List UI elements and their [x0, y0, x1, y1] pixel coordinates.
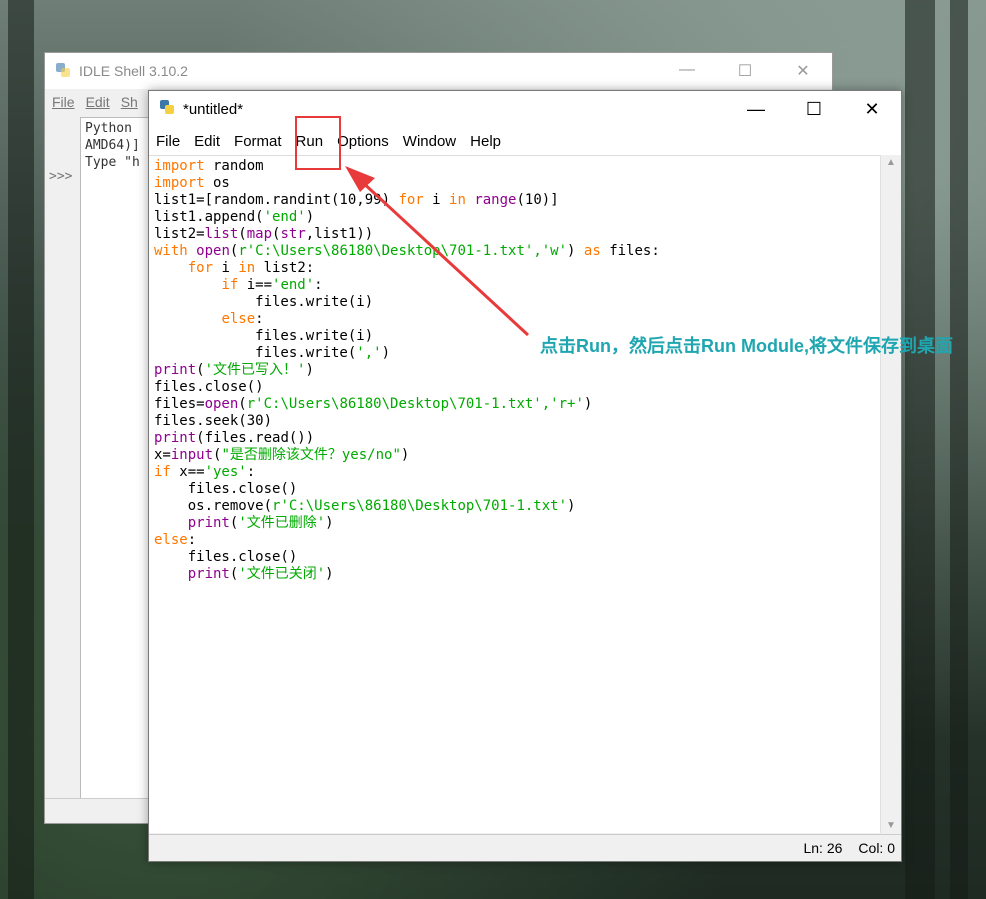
annotation-arrow — [345, 166, 530, 337]
annotation-text: 点击Run，然后点击Run Module,将文件保存到桌面 — [540, 336, 953, 356]
